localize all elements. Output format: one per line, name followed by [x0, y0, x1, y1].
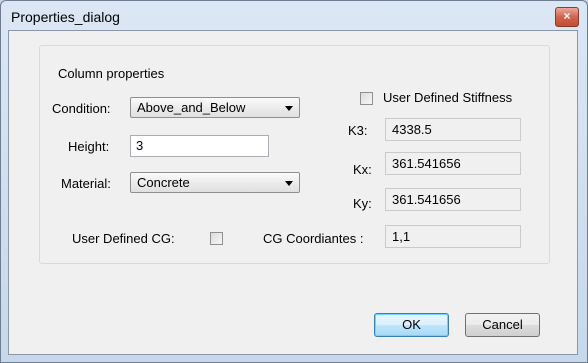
height-label: Height:: [68, 139, 110, 154]
ky-value: 361.541656: [392, 192, 461, 207]
material-select[interactable]: Concrete: [130, 172, 300, 193]
height-input[interactable]: 3: [130, 135, 269, 157]
ky-field: 361.541656: [385, 188, 521, 211]
user-defined-cg-label: User Defined CG:: [72, 231, 175, 246]
user-defined-stiffness-checkbox[interactable]: [360, 92, 373, 105]
material-label: Material:: [61, 176, 111, 191]
kx-label: Kx:: [353, 162, 372, 177]
close-button[interactable]: ×: [555, 7, 579, 27]
condition-value: Above_and_Below: [137, 100, 246, 115]
ok-button[interactable]: OK: [374, 313, 449, 337]
kx-value: 361.541656: [392, 156, 461, 171]
k3-field: 4338.5: [385, 118, 521, 141]
group-title: Column properties: [55, 66, 168, 81]
user-defined-stiffness-label: User Defined Stiffness: [383, 90, 513, 105]
condition-label: Condition:: [52, 101, 111, 116]
kx-field: 361.541656: [385, 152, 521, 175]
cancel-button[interactable]: Cancel: [465, 313, 540, 337]
k3-value: 4338.5: [392, 122, 432, 137]
ky-label: Ky:: [353, 196, 372, 211]
window-title: Properties_dialog: [11, 9, 120, 25]
chevron-down-icon: [285, 106, 293, 111]
user-defined-cg-checkbox[interactable]: [210, 232, 223, 245]
material-value: Concrete: [137, 175, 190, 190]
title-bar[interactable]: Properties_dialog ×: [1, 1, 587, 33]
chevron-down-icon: [285, 181, 293, 186]
cg-coordinates-field: 1,1: [385, 225, 521, 248]
cg-coordinates-value: 1,1: [392, 229, 411, 244]
condition-select[interactable]: Above_and_Below: [130, 97, 300, 118]
close-icon: ×: [563, 9, 571, 23]
k3-label: K3:: [348, 123, 368, 138]
cg-coordinates-label: CG Coordiantes :: [263, 231, 364, 246]
height-value: 3: [136, 138, 144, 153]
